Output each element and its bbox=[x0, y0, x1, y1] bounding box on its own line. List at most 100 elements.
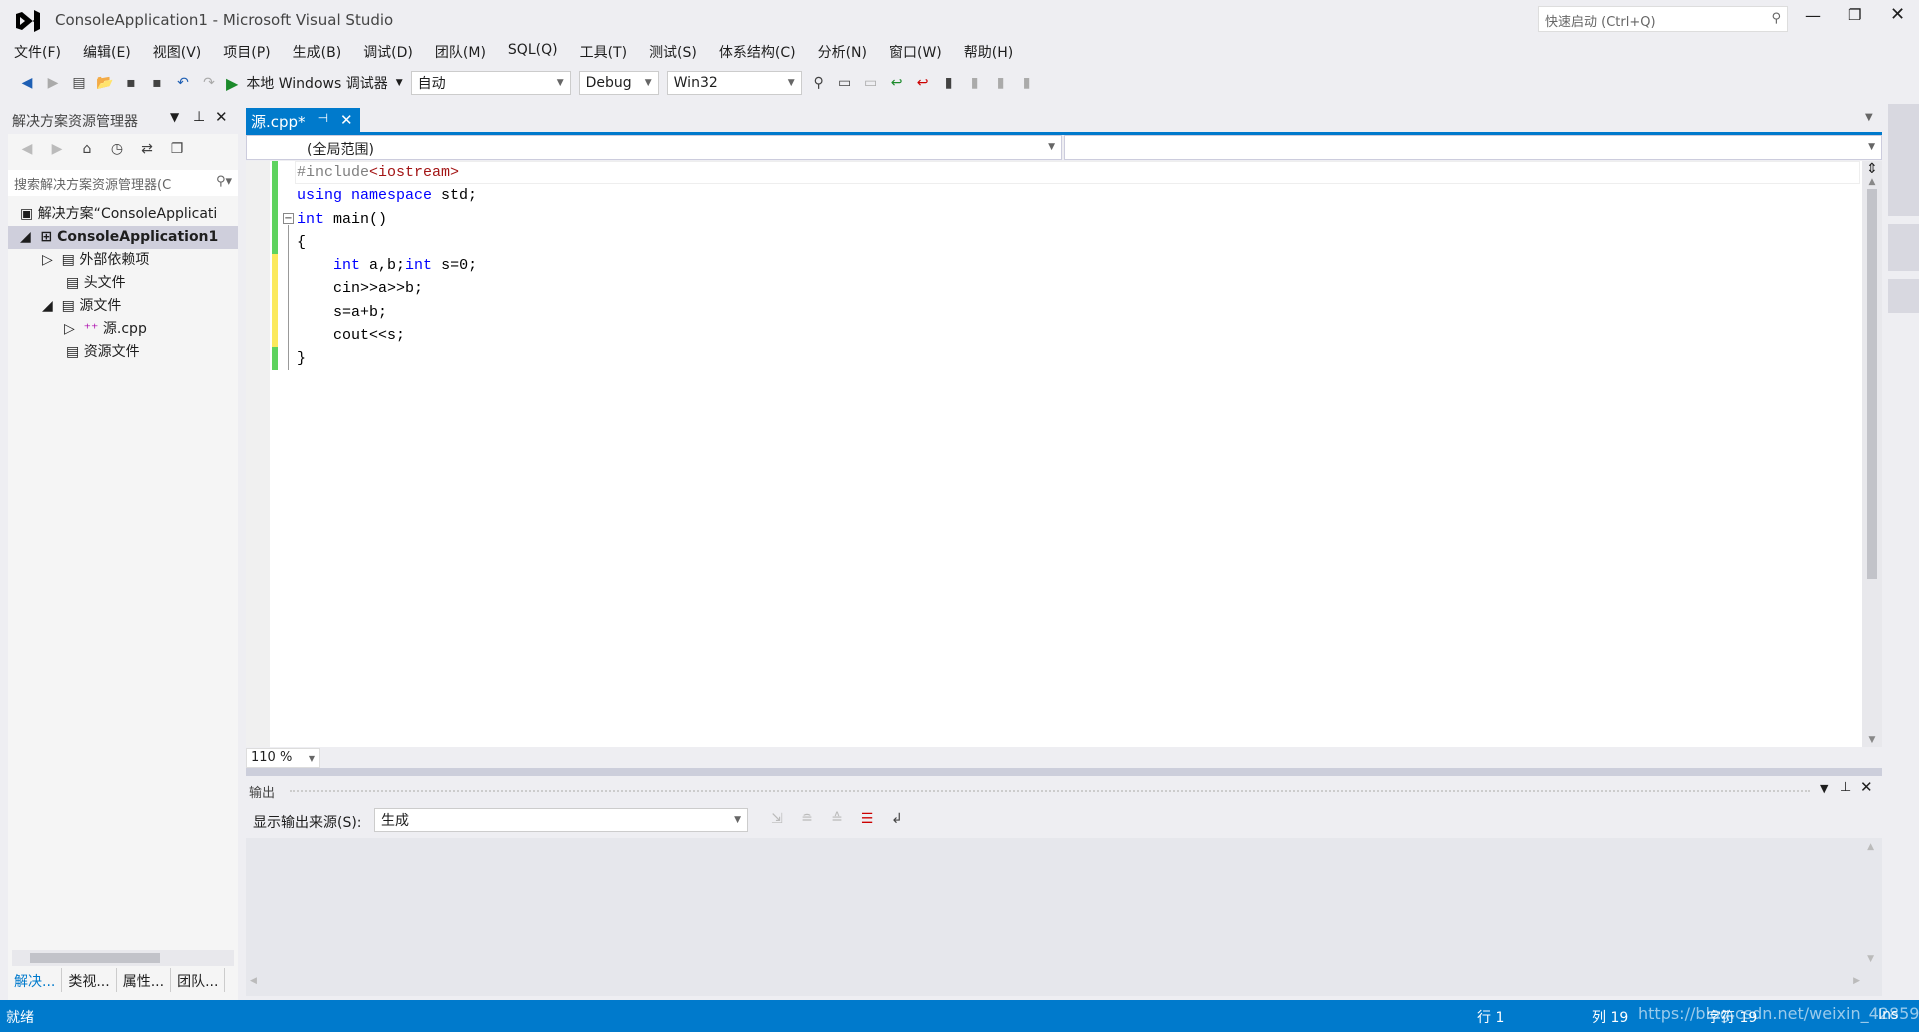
menu-item[interactable]: 团队(M) bbox=[435, 42, 486, 62]
tree-item-header-files[interactable]: ▤ 头文件 bbox=[8, 272, 238, 295]
menu-item[interactable]: 编辑(E) bbox=[83, 42, 131, 62]
breakpoint-remove-icon[interactable]: ↩ bbox=[914, 74, 932, 92]
tab-list-dropdown-icon[interactable]: ▼ bbox=[1865, 112, 1873, 123]
restore-button[interactable]: ❐ bbox=[1848, 6, 1861, 24]
next-message-icon[interactable]: ≙ bbox=[828, 810, 846, 828]
right-tab[interactable]: 服务器资源管理器 bbox=[1888, 104, 1919, 216]
tree-item-source-files[interactable]: ◢ ▤ 源文件 bbox=[8, 295, 238, 318]
change-tracking-bar bbox=[272, 161, 278, 370]
quick-launch-input[interactable]: 快速启动 (Ctrl+Q) ⚲ bbox=[1538, 6, 1788, 32]
back-icon[interactable]: ◀ bbox=[18, 140, 36, 158]
start-debug-button[interactable]: 本地 Windows 调试器 bbox=[246, 73, 387, 93]
right-tab[interactable]: 工具箱 bbox=[1888, 224, 1919, 271]
right-tab[interactable]: 属性 bbox=[1888, 279, 1919, 313]
pending-changes-icon[interactable]: ◷ bbox=[108, 140, 126, 158]
menu-item[interactable]: 测试(S) bbox=[649, 42, 697, 62]
menu-item[interactable]: 文件(F) bbox=[14, 42, 61, 62]
menu-item[interactable]: 项目(P) bbox=[223, 42, 270, 62]
tree-item-solution[interactable]: ▣ 解决方案“ConsoleApplicati bbox=[8, 203, 238, 226]
menu-item[interactable]: 调试(D) bbox=[363, 42, 413, 62]
tree-item-label: 外部依赖项 bbox=[79, 252, 150, 268]
redo-icon[interactable]: ↷ bbox=[200, 74, 218, 92]
build-config-select[interactable]: Debug ▼ bbox=[578, 71, 659, 95]
output-content[interactable]: ▲ ▼ ◀ ▶ bbox=[246, 838, 1882, 996]
vertical-scrollbar[interactable]: ⇕ ▲ ▼ bbox=[1862, 161, 1882, 747]
open-file-icon[interactable]: 📂 bbox=[96, 74, 114, 92]
code-line: int main() bbox=[297, 210, 388, 228]
zoom-select[interactable]: 110 % ▼ bbox=[246, 748, 320, 768]
tree-item-external-deps[interactable]: ▷ ▤ 外部依赖项 bbox=[8, 249, 238, 272]
comment-icon[interactable]: ▭ bbox=[836, 74, 854, 92]
save-icon[interactable]: ▪ bbox=[122, 74, 140, 92]
back-icon[interactable]: ◀ bbox=[18, 74, 36, 92]
member-select[interactable]: ▼ bbox=[1064, 135, 1882, 160]
forward-icon[interactable]: ▶ bbox=[44, 74, 62, 92]
forward-icon[interactable]: ▶ bbox=[48, 140, 66, 158]
scope-select[interactable]: (全局范围) ▼ bbox=[246, 135, 1062, 160]
clear-all-icon[interactable]: ☰ bbox=[858, 810, 876, 828]
bottom-tab[interactable]: 类视... bbox=[62, 968, 117, 992]
collapse-icon[interactable]: − bbox=[283, 213, 294, 224]
platform-select[interactable]: Win32 ▼ bbox=[666, 71, 802, 95]
tree-item-label: 解决方案“ConsoleApplicati bbox=[37, 206, 218, 222]
solution-search-input[interactable]: 搜索解决方案资源管理器(C ⚲▾ bbox=[8, 170, 238, 196]
horizontal-scrollbar[interactable] bbox=[12, 950, 234, 966]
menu-item[interactable]: SQL(Q) bbox=[508, 42, 558, 62]
dropdown-icon[interactable]: ▼ bbox=[1820, 782, 1828, 795]
close-window-button[interactable]: ✕ bbox=[1890, 4, 1905, 25]
tree-item-label: 头文件 bbox=[83, 275, 126, 291]
start-debug-icon[interactable]: ▶ bbox=[226, 74, 238, 93]
word-wrap-icon[interactable]: ↲ bbox=[888, 810, 906, 828]
collapse-all-icon[interactable]: ❐ bbox=[168, 140, 186, 158]
menu-item[interactable]: 分析(N) bbox=[818, 42, 867, 62]
close-output-icon[interactable]: ✕ bbox=[1860, 778, 1873, 796]
next-bookmark-icon[interactable]: ▮ bbox=[992, 74, 1010, 92]
uncomment-icon[interactable]: ▭ bbox=[862, 74, 880, 92]
close-panel-icon[interactable]: ✕ bbox=[215, 108, 228, 126]
goto-line-icon[interactable]: ⇲ bbox=[768, 810, 786, 828]
tab-source-cpp[interactable]: 源.cpp* ⊣ ✕ bbox=[246, 108, 360, 132]
breakpoint-add-icon[interactable]: ↩ bbox=[888, 74, 906, 92]
menu-item[interactable]: 工具(T) bbox=[580, 42, 627, 62]
dropdown-icon[interactable]: ▼ bbox=[170, 110, 179, 124]
split-icon: ⇕ bbox=[1866, 161, 1878, 177]
save-all-icon[interactable]: ▪ bbox=[148, 74, 166, 92]
splitter[interactable] bbox=[246, 768, 1882, 776]
undo-icon[interactable]: ↶ bbox=[174, 74, 192, 92]
bottom-tab[interactable]: 解决... bbox=[8, 968, 63, 992]
prev-message-icon[interactable]: ≘ bbox=[798, 810, 816, 828]
code-line: { bbox=[297, 233, 307, 251]
tree-item-resource-files[interactable]: ▤ 资源文件 bbox=[8, 341, 238, 364]
close-tab-icon[interactable]: ✕ bbox=[340, 111, 353, 129]
menu-item[interactable]: 窗口(W) bbox=[889, 42, 942, 62]
tree-item-source-cpp[interactable]: ▷ ⁺⁺ 源.cpp bbox=[8, 318, 238, 341]
pin-icon[interactable]: ⊣ bbox=[318, 111, 328, 129]
home-icon[interactable]: ⌂ bbox=[78, 140, 96, 158]
prev-bookmark-icon[interactable]: ▮ bbox=[966, 74, 984, 92]
minimize-button[interactable]: — bbox=[1805, 6, 1821, 25]
platform-value: Win32 bbox=[673, 75, 718, 91]
bottom-tab[interactable]: 团队... bbox=[171, 968, 226, 992]
bookmark-icon[interactable]: ▮ bbox=[940, 74, 958, 92]
menu-item[interactable]: 体系结构(C) bbox=[719, 42, 796, 62]
current-line-highlight bbox=[295, 161, 1860, 184]
code-line: cout<<s; bbox=[297, 327, 406, 345]
menu-item[interactable]: 视图(V) bbox=[153, 42, 202, 62]
quick-launch-placeholder: 快速启动 (Ctrl+Q) bbox=[1545, 15, 1656, 30]
tree-item-project[interactable]: ◢ ⊞ ConsoleApplication1 bbox=[8, 226, 238, 249]
solution-tree: ▣ 解决方案“ConsoleApplicati ◢ ⊞ ConsoleAppli… bbox=[8, 203, 238, 364]
pin-icon[interactable]: ⊥ bbox=[1840, 780, 1851, 795]
find-icon[interactable]: ⚲ bbox=[810, 74, 828, 92]
new-project-icon[interactable]: ▤ bbox=[70, 74, 88, 92]
solution-config-select[interactable]: 自动 ▼ bbox=[410, 71, 571, 95]
menu-item[interactable]: 帮助(H) bbox=[964, 42, 1013, 62]
menu-item[interactable]: 生成(B) bbox=[293, 42, 342, 62]
tab-label: 源.cpp* bbox=[251, 113, 306, 131]
clear-bookmark-icon[interactable]: ▮ bbox=[1018, 74, 1036, 92]
code-editor[interactable] bbox=[246, 161, 1862, 747]
sync-icon[interactable]: ⇄ bbox=[138, 140, 156, 158]
output-source-select[interactable]: 生成 ▼ bbox=[374, 808, 748, 832]
bottom-tab[interactable]: 属性... bbox=[117, 968, 172, 992]
pin-icon[interactable]: ⊥ bbox=[193, 109, 205, 125]
code-line: #include<iostream> bbox=[297, 164, 460, 181]
